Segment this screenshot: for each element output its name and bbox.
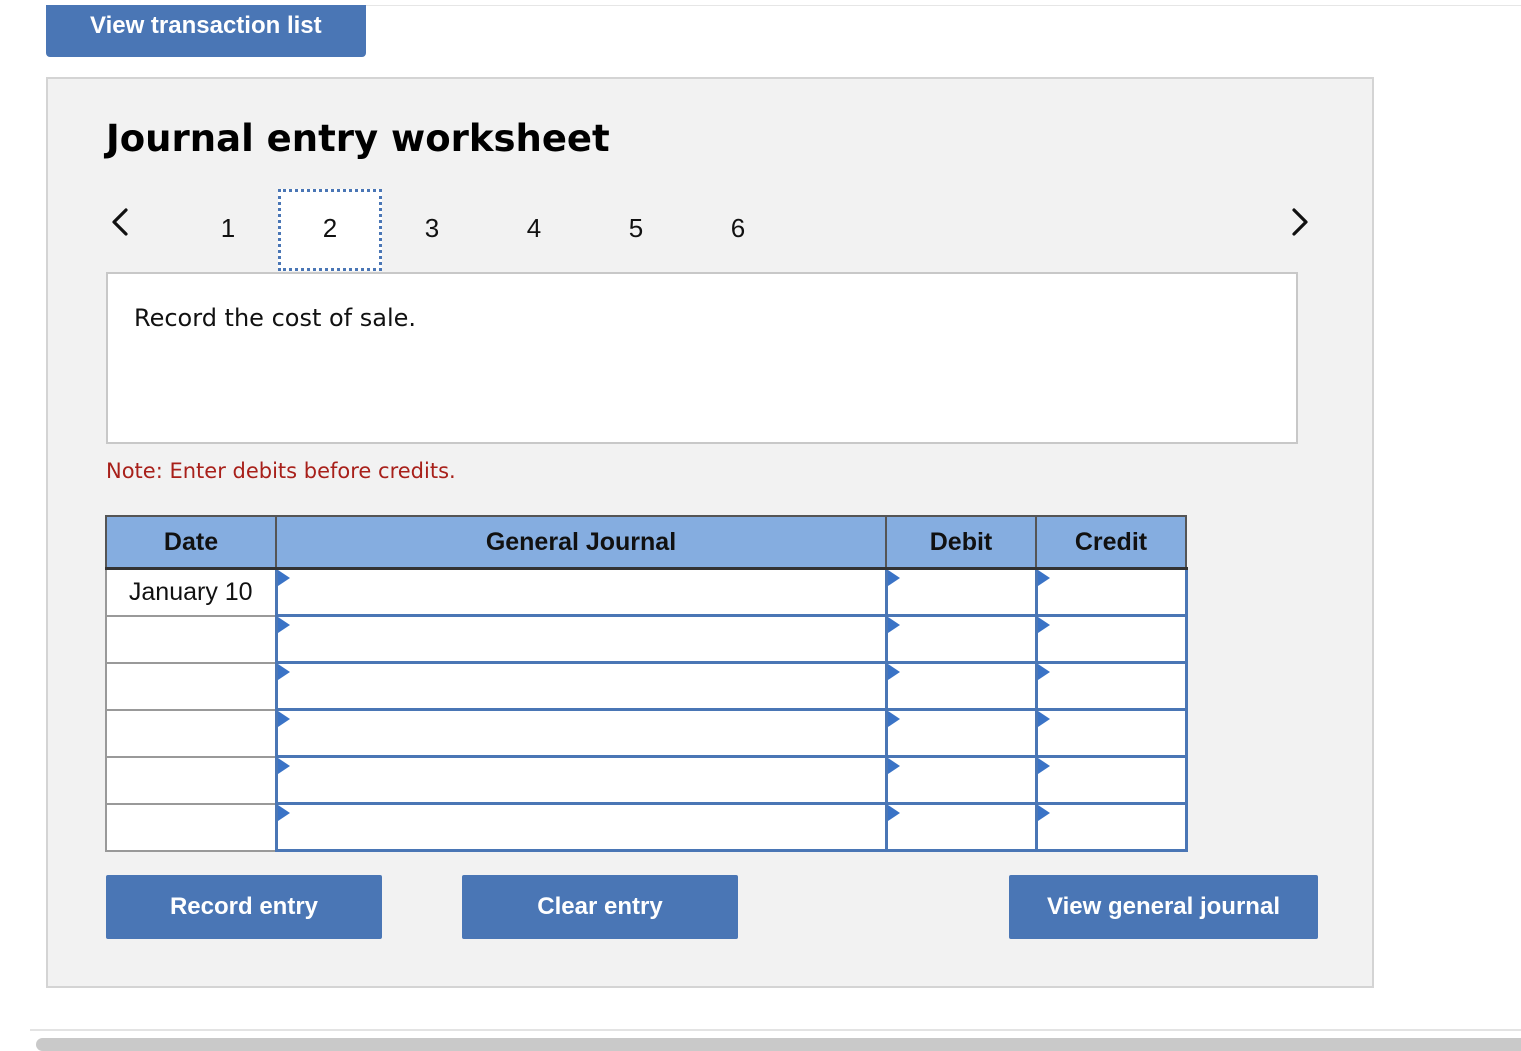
account-input[interactable] [277, 617, 885, 661]
top-divider [366, 5, 1521, 6]
transaction-pager: 123456 [48, 189, 1372, 271]
transaction-prompt-box: Record the cost of sale. [106, 272, 1298, 444]
table-row [105, 614, 1188, 664]
debit-cell [884, 567, 1038, 617]
date-cell: January 10 [105, 567, 277, 617]
account-cell [274, 567, 888, 617]
view-transaction-list-button[interactable]: View transaction list [46, 5, 366, 57]
date-cell [105, 708, 277, 758]
debit-cell [884, 708, 1038, 758]
credit-cell [1034, 802, 1188, 852]
date-cell [105, 802, 277, 852]
chevron-right-icon[interactable] [1284, 207, 1314, 237]
debit-input[interactable] [887, 617, 1035, 661]
table-row [105, 708, 1188, 758]
table-row [105, 802, 1188, 852]
account-input[interactable] [277, 758, 885, 802]
transaction-prompt: Record the cost of sale. [134, 304, 417, 332]
credit-input[interactable] [1037, 617, 1185, 661]
account-cell [274, 802, 888, 852]
debit-input[interactable] [887, 805, 1035, 849]
table-header-row: Date General Journal Debit Credit [105, 515, 1187, 570]
view-general-journal-button[interactable]: View general journal [1009, 875, 1318, 939]
horizontal-scrollbar[interactable] [36, 1038, 1521, 1051]
table-row: January 10 [105, 567, 1188, 617]
record-entry-button[interactable]: Record entry [106, 875, 382, 939]
table-row [105, 755, 1188, 805]
debit-cell [884, 802, 1038, 852]
debit-input[interactable] [887, 664, 1035, 708]
date-cell [105, 661, 277, 711]
account-cell [274, 708, 888, 758]
credit-input[interactable] [1037, 711, 1185, 755]
credit-input[interactable] [1037, 664, 1185, 708]
debit-input[interactable] [887, 570, 1035, 614]
date-cell [105, 755, 277, 805]
credit-cell [1034, 661, 1188, 711]
account-cell [274, 755, 888, 805]
column-header-debit: Debit [885, 515, 1037, 570]
credit-input[interactable] [1037, 570, 1185, 614]
page-4[interactable]: 4 [482, 189, 586, 271]
chevron-left-icon[interactable] [106, 207, 136, 237]
account-input[interactable] [277, 711, 885, 755]
account-input[interactable] [277, 664, 885, 708]
debit-input[interactable] [887, 758, 1035, 802]
account-input[interactable] [277, 805, 885, 849]
clear-entry-button[interactable]: Clear entry [462, 875, 738, 939]
debit-cell [884, 614, 1038, 664]
account-cell [274, 661, 888, 711]
debit-input[interactable] [887, 711, 1035, 755]
debit-cell [884, 661, 1038, 711]
column-header-general-journal: General Journal [275, 515, 887, 570]
journal-entry-table: Date General Journal Debit Credit Januar… [105, 515, 1188, 852]
table-row [105, 661, 1188, 711]
credit-cell [1034, 755, 1188, 805]
page-2[interactable]: 2 [278, 189, 382, 271]
column-header-credit: Credit [1035, 515, 1187, 570]
page-5[interactable]: 5 [584, 189, 688, 271]
page-3[interactable]: 3 [380, 189, 484, 271]
debit-cell [884, 755, 1038, 805]
bottom-divider [30, 1029, 1521, 1031]
account-input[interactable] [277, 570, 885, 614]
debit-credit-note: Note: Enter debits before credits. [106, 459, 456, 483]
credit-input[interactable] [1037, 758, 1185, 802]
page-6[interactable]: 6 [686, 189, 790, 271]
credit-cell [1034, 614, 1188, 664]
page-1[interactable]: 1 [176, 189, 280, 271]
credit-cell [1034, 567, 1188, 617]
credit-cell [1034, 708, 1188, 758]
journal-entry-worksheet: Journal entry worksheet 123456 Record th… [46, 77, 1374, 988]
account-cell [274, 614, 888, 664]
date-cell [105, 614, 277, 664]
credit-input[interactable] [1037, 805, 1185, 849]
worksheet-title: Journal entry worksheet [106, 117, 610, 160]
column-header-date: Date [105, 515, 277, 570]
